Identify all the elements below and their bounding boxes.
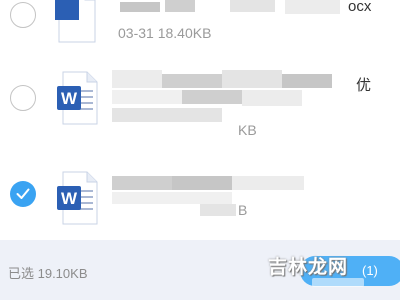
blurred-meta: [200, 204, 236, 216]
word-doc-icon: W: [55, 70, 99, 126]
blurred-filename: [112, 70, 162, 88]
file-list-item[interactable]: ocx 03-31 18.40KB: [0, 0, 400, 62]
checkmark-icon: [16, 188, 30, 199]
blurred-filename: [120, 2, 160, 12]
blurred-filename: [242, 90, 302, 106]
blurred-filename: [230, 0, 275, 12]
bottom-action-bar: 已选 19.10KB (1): [0, 240, 400, 300]
blurred-filename: [232, 176, 304, 190]
blurred-filename: [182, 90, 242, 104]
select-checkbox[interactable]: [10, 2, 36, 28]
file-meta: 03-31 18.40KB: [118, 25, 212, 41]
file-list-item[interactable]: W 优 KB: [0, 64, 400, 138]
word-doc-icon: [55, 0, 99, 44]
blurred-filename: [112, 90, 182, 104]
blurred-filename: [165, 0, 195, 12]
blurred-filename: [222, 70, 282, 88]
blurred-filename: [162, 74, 222, 88]
blurred-filename: [282, 74, 332, 88]
word-doc-icon: W: [55, 170, 99, 226]
blurred-meta: [112, 108, 222, 122]
file-list-item-selected[interactable]: W B: [0, 158, 400, 228]
selected-size-label: 已选 19.10KB: [8, 266, 88, 281]
select-checkbox-checked[interactable]: [10, 181, 36, 207]
send-button[interactable]: (1): [300, 256, 400, 286]
select-checkbox[interactable]: [10, 85, 36, 111]
blurred-filename: [172, 176, 232, 190]
filename-fragment: 优: [356, 77, 372, 94]
file-meta: KB: [238, 122, 257, 138]
selected-count: (1): [362, 263, 378, 278]
svg-text:W: W: [61, 189, 78, 208]
file-picker-screen: ocx 03-31 18.40KB W 优 KB W B 已选 19.10KB …: [0, 0, 400, 300]
svg-text:W: W: [61, 89, 78, 108]
file-meta: B: [238, 202, 248, 218]
filename-fragment: ocx: [348, 0, 372, 15]
blurred-filename: [112, 176, 172, 190]
blurred-filename: [285, 0, 340, 14]
blurred-filename: [112, 192, 232, 204]
